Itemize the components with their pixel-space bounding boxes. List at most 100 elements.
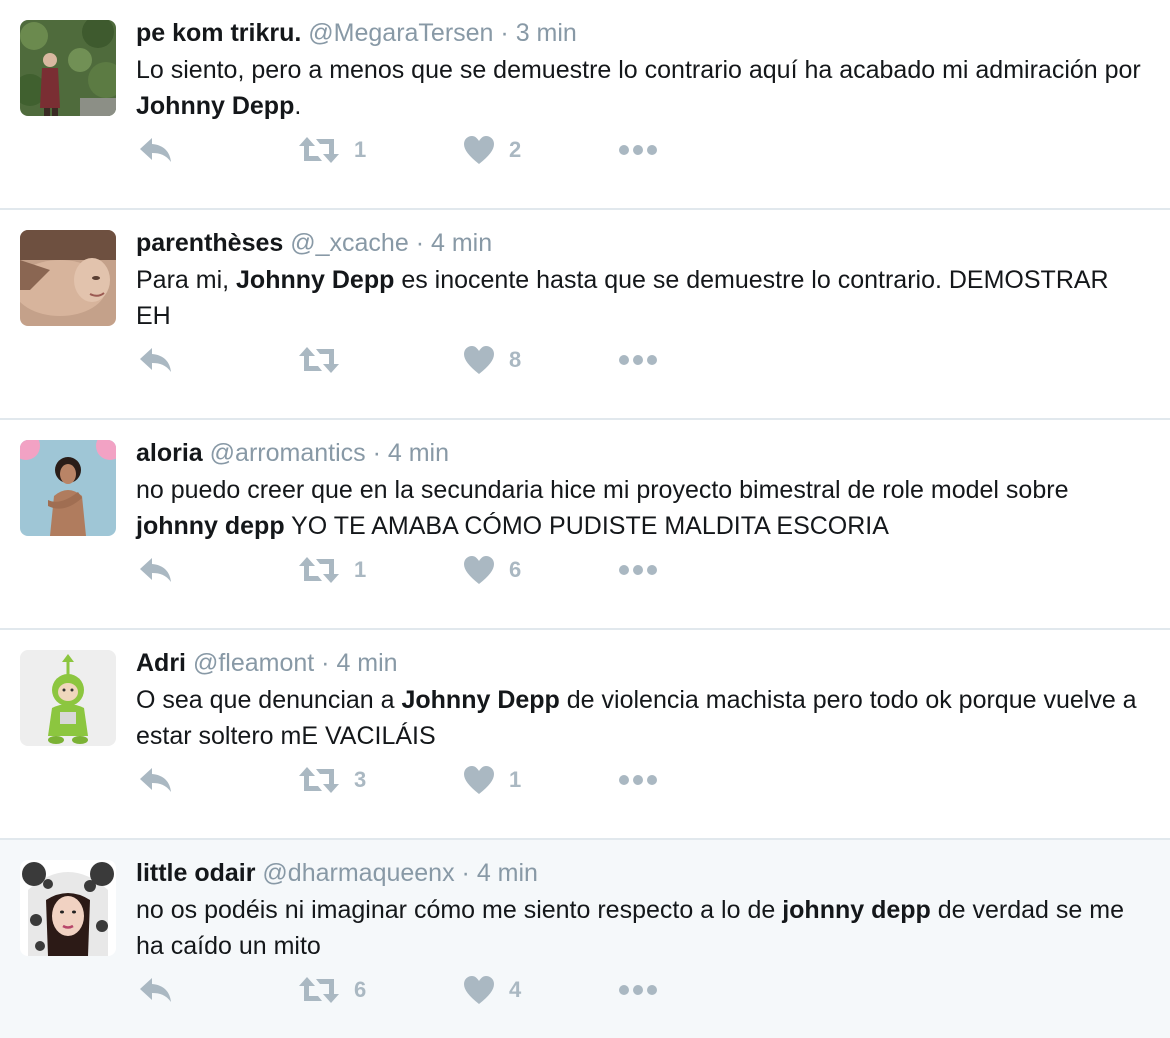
separator: · bbox=[372, 439, 381, 467]
heart-icon bbox=[464, 346, 494, 374]
retweet-button[interactable]: 1 bbox=[298, 550, 366, 590]
heart-icon bbox=[464, 556, 494, 584]
like-count: 2 bbox=[509, 137, 522, 162]
avatar[interactable] bbox=[20, 20, 116, 116]
like-count: 1 bbox=[509, 767, 522, 792]
more-dots-icon bbox=[619, 985, 657, 995]
avatar[interactable] bbox=[20, 440, 116, 536]
user-handle[interactable]: @dharmaqueenx bbox=[262, 859, 454, 887]
reply-icon bbox=[140, 768, 171, 792]
tweet-actions: 1 2 bbox=[136, 130, 696, 170]
reply-icon bbox=[140, 978, 171, 1002]
tweet-text-part: YO TE AMABA CÓMO PUDISTE MALDITA ESCORIA bbox=[284, 512, 889, 540]
reply-button[interactable] bbox=[138, 760, 174, 800]
timestamp[interactable]: 3 min bbox=[516, 19, 577, 47]
like-button[interactable]: 1 bbox=[463, 760, 521, 800]
tweet-text: no puedo creer que en la secundaria hice… bbox=[136, 472, 1146, 544]
separator: · bbox=[461, 859, 470, 887]
tweet-text-part: no puedo creer que en la secundaria hice… bbox=[136, 476, 1069, 504]
display-name[interactable]: pe kom trikru. bbox=[136, 19, 301, 47]
user-handle[interactable]: @_xcache bbox=[290, 229, 409, 257]
more-button[interactable] bbox=[618, 340, 658, 380]
retweet-icon bbox=[299, 347, 339, 373]
retweet-button[interactable] bbox=[298, 340, 354, 380]
retweet-button[interactable]: 6 bbox=[298, 970, 366, 1010]
separator: · bbox=[321, 649, 330, 677]
retweet-count: 3 bbox=[354, 767, 367, 792]
user-handle[interactable]: @arromantics bbox=[210, 439, 366, 467]
reply-button[interactable] bbox=[138, 130, 174, 170]
reply-button[interactable] bbox=[138, 340, 174, 380]
tweet-actions: 6 4 bbox=[136, 970, 696, 1010]
tweet-actions: 1 6 bbox=[136, 550, 696, 590]
heart-icon bbox=[464, 976, 494, 1004]
retweet-icon bbox=[299, 557, 339, 583]
tweet[interactable]: aloria @arromantics · 4 min no puedo cre… bbox=[0, 420, 1170, 630]
like-count: 4 bbox=[509, 977, 522, 1002]
more-button[interactable] bbox=[618, 550, 658, 590]
tweet[interactable]: little odair @dharmaqueenx · 4 min no os… bbox=[0, 840, 1170, 1038]
like-count: 8 bbox=[509, 347, 522, 372]
more-dots-icon bbox=[619, 775, 657, 785]
like-button[interactable]: 8 bbox=[463, 340, 521, 380]
tweet-header: Adri @fleamont · 4 min bbox=[136, 644, 398, 682]
reply-icon bbox=[140, 558, 171, 582]
tweet-text-part: O sea que denuncian a bbox=[136, 686, 402, 714]
tweet-header: pe kom trikru. @MegaraTersen · 3 min bbox=[136, 14, 577, 52]
timestamp[interactable]: 4 min bbox=[336, 649, 397, 677]
avatar[interactable] bbox=[20, 650, 116, 746]
tweet-text: no os podéis ni imaginar cómo me siento … bbox=[136, 892, 1146, 964]
highlighted-term: johnny depp bbox=[782, 896, 931, 924]
tweet-header: aloria @arromantics · 4 min bbox=[136, 434, 449, 472]
reply-icon bbox=[140, 138, 171, 162]
tweet-text-part: no os podéis ni imaginar cómo me siento … bbox=[136, 896, 783, 924]
retweet-icon bbox=[299, 767, 339, 793]
tweet-text-part: . bbox=[294, 92, 302, 120]
heart-icon bbox=[464, 136, 494, 164]
avatar[interactable] bbox=[20, 230, 116, 326]
more-button[interactable] bbox=[618, 970, 658, 1010]
tweet-text-part: Para mi, bbox=[136, 266, 237, 294]
timestamp[interactable]: 4 min bbox=[388, 439, 449, 467]
highlighted-term: Johnny Depp bbox=[401, 686, 560, 714]
tweet-text: Lo siento, pero a menos que se demuestre… bbox=[136, 52, 1146, 124]
like-button[interactable]: 6 bbox=[463, 550, 521, 590]
retweet-button[interactable]: 3 bbox=[298, 760, 366, 800]
tweet-actions: 8 bbox=[136, 340, 696, 380]
reply-button[interactable] bbox=[138, 550, 174, 590]
more-button[interactable] bbox=[618, 760, 658, 800]
timestamp[interactable]: 4 min bbox=[477, 859, 538, 887]
tweet[interactable]: parenthèses @_xcache · 4 min Para mi, Jo… bbox=[0, 210, 1170, 420]
more-button[interactable] bbox=[618, 130, 658, 170]
timestamp[interactable]: 4 min bbox=[431, 229, 492, 257]
reply-icon bbox=[140, 348, 171, 372]
tweet-text: O sea que denuncian a Johnny Depp de vio… bbox=[136, 682, 1146, 754]
separator: · bbox=[500, 19, 509, 47]
display-name[interactable]: Adri bbox=[136, 649, 186, 677]
like-count: 6 bbox=[509, 557, 522, 582]
retweet-icon bbox=[299, 977, 339, 1003]
user-handle[interactable]: @fleamont bbox=[193, 649, 314, 677]
reply-button[interactable] bbox=[138, 970, 174, 1010]
highlighted-term: Johnny Depp bbox=[136, 92, 295, 120]
tweet-text-part: Lo siento, pero a menos que se demuestre… bbox=[136, 56, 1141, 84]
retweet-count: 6 bbox=[354, 977, 367, 1002]
display-name[interactable]: little odair bbox=[136, 859, 255, 887]
tweet[interactable]: pe kom trikru. @MegaraTersen · 3 min Lo … bbox=[0, 0, 1170, 210]
heart-icon bbox=[464, 766, 494, 794]
like-button[interactable]: 2 bbox=[463, 130, 521, 170]
user-handle[interactable]: @MegaraTersen bbox=[308, 19, 493, 47]
retweet-count: 1 bbox=[354, 557, 367, 582]
more-dots-icon bbox=[619, 565, 657, 575]
tweet-header: parenthèses @_xcache · 4 min bbox=[136, 224, 492, 262]
tweet[interactable]: Adri @fleamont · 4 min O sea que denunci… bbox=[0, 630, 1170, 840]
display-name[interactable]: aloria bbox=[136, 439, 203, 467]
avatar[interactable] bbox=[20, 860, 116, 956]
more-dots-icon bbox=[619, 145, 657, 155]
like-button[interactable]: 4 bbox=[463, 970, 521, 1010]
highlighted-term: johnny depp bbox=[136, 512, 285, 540]
tweet-text: Para mi, Johnny Depp es inocente hasta q… bbox=[136, 262, 1146, 334]
retweet-button[interactable]: 1 bbox=[298, 130, 366, 170]
display-name[interactable]: parenthèses bbox=[136, 229, 283, 257]
tweet-timeline: pe kom trikru. @MegaraTersen · 3 min Lo … bbox=[0, 0, 1170, 1038]
